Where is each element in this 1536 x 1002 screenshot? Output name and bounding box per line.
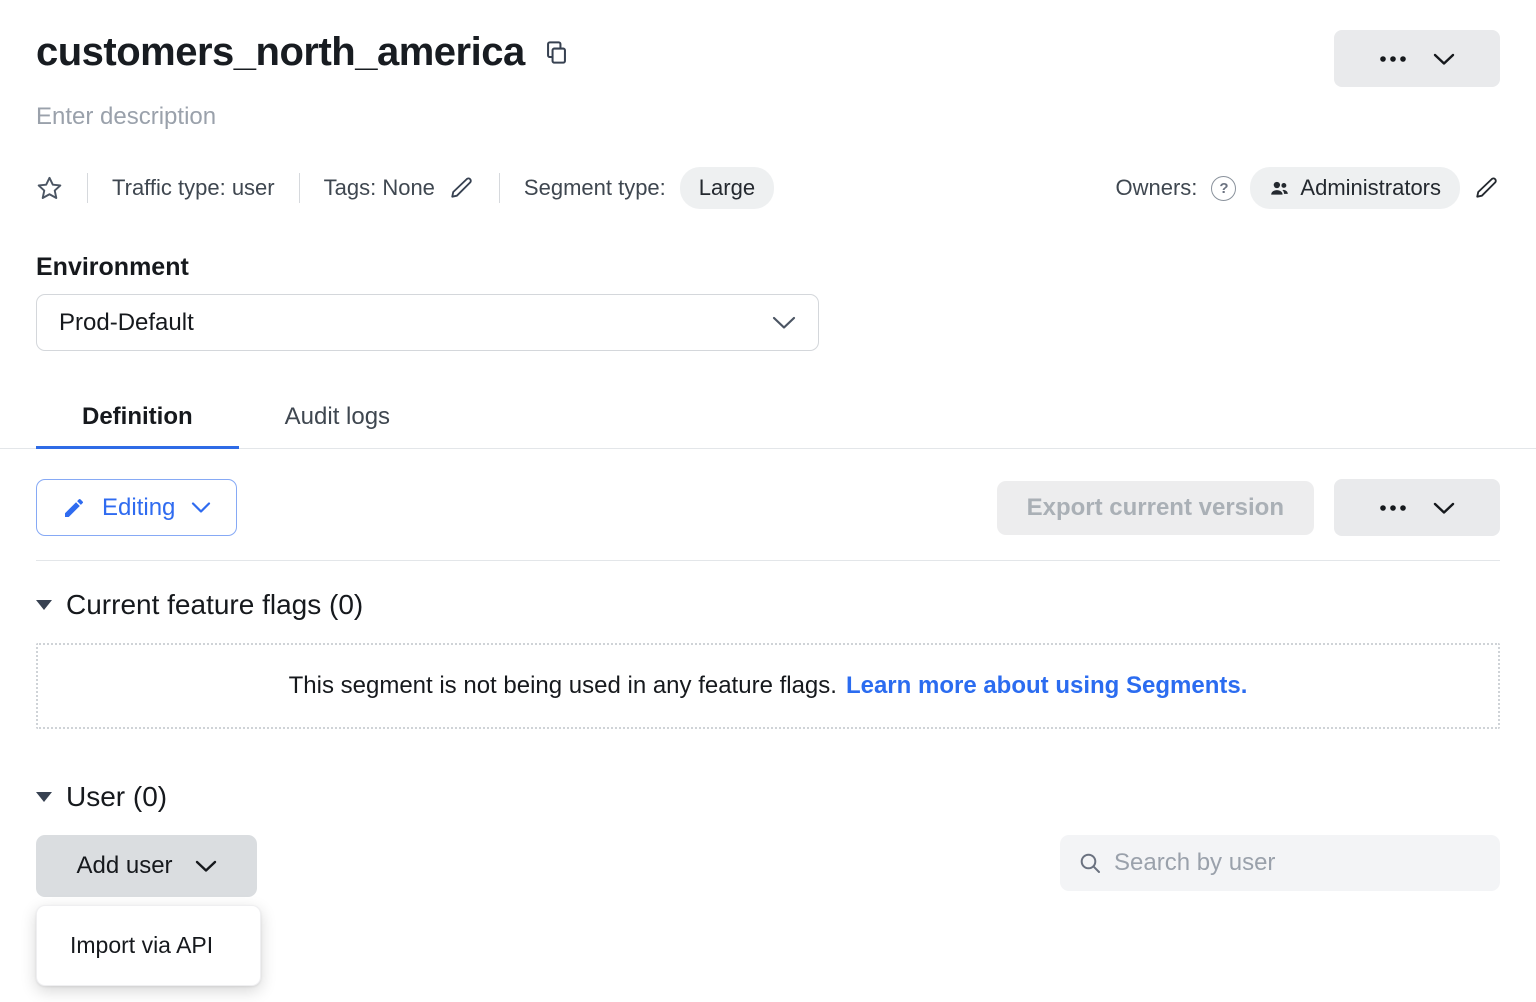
export-current-version-button[interactable]: Export current version bbox=[997, 481, 1314, 535]
toolbar-right: Export current version bbox=[997, 479, 1500, 536]
chevron-down-icon bbox=[1433, 501, 1455, 515]
collapse-triangle-icon bbox=[36, 792, 52, 802]
menu-item-import-via-api[interactable]: Import via API bbox=[37, 906, 260, 985]
owners-label: Owners: bbox=[1115, 175, 1197, 201]
tab-audit-logs[interactable]: Audit logs bbox=[239, 389, 436, 449]
segment-type-item: Segment type: Large bbox=[524, 167, 774, 209]
learn-more-link[interactable]: Learn more about using Segments. bbox=[846, 672, 1247, 700]
feature-flags-section-header[interactable]: Current feature flags (0) bbox=[36, 589, 1500, 621]
meta-divider bbox=[299, 173, 300, 203]
meta-divider bbox=[499, 173, 500, 203]
more-options-icon bbox=[1379, 54, 1407, 64]
search-icon bbox=[1078, 851, 1102, 875]
empty-state-text: This segment is not being used in any fe… bbox=[289, 672, 837, 700]
users-icon bbox=[1269, 178, 1290, 199]
toolbar-more-actions-button[interactable] bbox=[1334, 479, 1500, 536]
segment-type-badge: Large bbox=[680, 167, 774, 209]
editing-label: Editing bbox=[102, 494, 175, 522]
environment-selected-value: Prod-Default bbox=[59, 309, 194, 337]
meta-row: Traffic type: user Tags: None Segment ty… bbox=[36, 167, 1500, 209]
user-search-input[interactable] bbox=[1114, 849, 1482, 877]
title-wrap: customers_north_america bbox=[36, 30, 570, 75]
collapse-triangle-icon bbox=[36, 600, 52, 610]
chevron-down-icon bbox=[1433, 52, 1455, 66]
user-heading: User (0) bbox=[66, 781, 167, 813]
owners-badge[interactable]: Administrators bbox=[1250, 167, 1460, 209]
add-user-label: Add user bbox=[76, 852, 172, 880]
pencil-icon bbox=[62, 496, 86, 520]
copy-name-icon[interactable] bbox=[543, 39, 570, 66]
toolbar-divider bbox=[36, 560, 1500, 561]
add-user-dropdown-menu: Import via API bbox=[36, 905, 261, 986]
tags-label: Tags: None bbox=[324, 175, 435, 201]
description-placeholder[interactable]: Enter description bbox=[36, 103, 1500, 131]
edit-owners-pencil-icon[interactable] bbox=[1474, 175, 1500, 201]
header-more-actions-button[interactable] bbox=[1334, 30, 1500, 87]
chevron-down-icon bbox=[191, 501, 211, 514]
tags-item: Tags: None bbox=[324, 175, 475, 201]
user-controls: Add user Import via API bbox=[36, 835, 1500, 897]
segment-type-label: Segment type: bbox=[524, 175, 666, 201]
chevron-down-icon bbox=[772, 315, 796, 330]
page-title: customers_north_america bbox=[36, 30, 525, 75]
tab-bar: Definition Audit logs bbox=[0, 389, 1536, 449]
user-section-header[interactable]: User (0) bbox=[36, 781, 1500, 813]
chevron-down-icon bbox=[195, 859, 217, 873]
add-user-wrap: Add user Import via API bbox=[36, 835, 257, 897]
owners-value: Administrators bbox=[1300, 175, 1441, 201]
header: customers_north_america bbox=[36, 0, 1500, 87]
feature-flags-heading: Current feature flags (0) bbox=[66, 589, 363, 621]
environment-select[interactable]: Prod-Default bbox=[36, 294, 819, 351]
editing-mode-button[interactable]: Editing bbox=[36, 479, 237, 536]
owners-group: Owners: ? Administrators bbox=[1115, 167, 1500, 209]
favorite-star-icon[interactable] bbox=[36, 175, 63, 202]
edit-tags-pencil-icon[interactable] bbox=[449, 175, 475, 201]
meta-divider bbox=[87, 173, 88, 203]
feature-flags-empty-state: This segment is not being used in any fe… bbox=[36, 643, 1500, 729]
owners-help-icon[interactable]: ? bbox=[1211, 176, 1236, 201]
traffic-type: Traffic type: user bbox=[112, 175, 275, 201]
environment-label: Environment bbox=[36, 253, 1500, 282]
definition-toolbar: Editing Export current version bbox=[36, 479, 1500, 536]
segment-detail-page: customers_north_america Enter descriptio… bbox=[0, 0, 1536, 1002]
more-options-icon bbox=[1379, 503, 1407, 513]
user-search-box bbox=[1060, 835, 1500, 891]
add-user-button[interactable]: Add user bbox=[36, 835, 257, 897]
tab-definition[interactable]: Definition bbox=[36, 389, 239, 449]
